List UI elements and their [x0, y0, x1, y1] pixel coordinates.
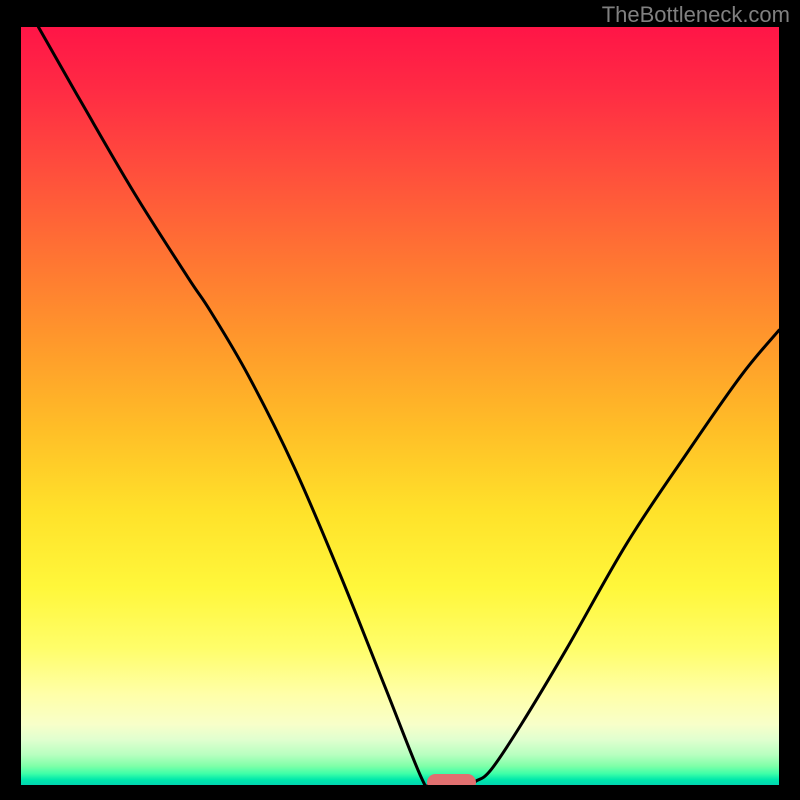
bottleneck-curve	[21, 27, 779, 785]
curve-path	[38, 27, 779, 785]
optimal-marker	[427, 774, 476, 785]
chart-frame: TheBottleneck.com	[0, 0, 800, 800]
plot-area	[21, 27, 779, 785]
watermark-text: TheBottleneck.com	[602, 2, 790, 28]
